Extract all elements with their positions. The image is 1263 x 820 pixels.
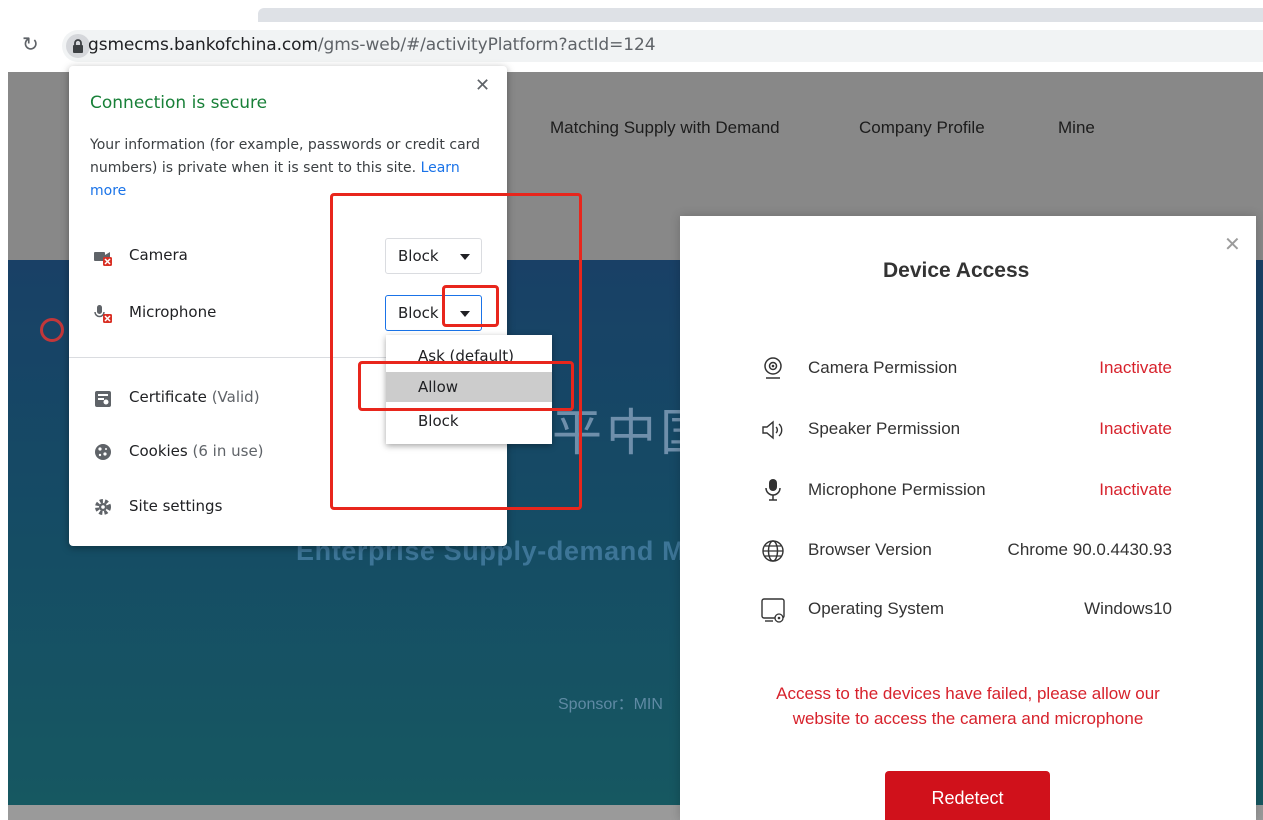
microphone-icon [761,477,785,501]
speaker-icon [761,418,785,442]
nav-mine[interactable]: Mine [1058,118,1095,138]
camera-icon [761,356,785,380]
microphone-blocked-icon [93,304,113,324]
reload-icon[interactable]: ↻ [22,32,46,56]
modal-title: Device Access [883,259,1030,282]
globe-icon [761,539,785,563]
browser-toolbar: ↻ gsmecms.bankofchina.com/gms-web/#/acti… [0,22,1263,72]
hero-sponsor: Sponsor：MIN [558,696,663,713]
operating-system-value: Windows10 [1084,599,1172,618]
failure-message-line1: Access to the devices have failed, pleas… [776,684,1160,703]
gear-icon [93,497,113,517]
camera-label: Camera [129,246,188,264]
url-host: gsmecms.bankofchina.com [88,35,318,55]
site-settings-link[interactable]: Site settings [129,497,222,515]
cookies-label: Cookies [129,442,188,460]
close-icon[interactable]: ✕ [475,76,490,96]
certificate-label: Certificate [129,388,207,406]
certificate-status: (Valid) [211,388,260,406]
camera-blocked-icon [93,247,113,267]
redetect-button[interactable]: Redetect [885,771,1050,820]
browser-version-label: Browser Version [808,540,932,559]
connection-status-title: Connection is secure [90,93,268,113]
camera-permission-label: Camera Permission [808,358,958,377]
speaker-permission-label: Speaker Permission [808,419,961,438]
certificate-icon [93,389,113,409]
nav-company-profile[interactable]: Company Profile [859,118,985,138]
microphone-label: Microphone [129,303,217,321]
close-icon[interactable]: ✕ [1224,232,1241,256]
microphone-permission-label: Microphone Permission [808,480,986,499]
access-failure-message: Access to the devices have failed, pleas… [680,681,1256,731]
cookies-row[interactable]: Cookies (6 in use) [129,442,264,460]
computer-icon [761,598,785,623]
bank-logo-icon [40,318,64,342]
annotation-box-allow [358,361,574,411]
nav-matching-supply[interactable]: Matching Supply with Demand [550,118,780,138]
annotation-box-dropdown-arrow [442,285,499,327]
certificate-row[interactable]: Certificate (Valid) [129,388,260,406]
operating-system-label: Operating System [808,599,945,618]
failure-message-line2: website to access the camera and microph… [792,709,1144,728]
tab-strip [258,8,1263,22]
cookie-icon [93,442,113,462]
url-text[interactable]: gsmecms.bankofchina.com/gms-web/#/activi… [88,35,656,55]
microphone-permission-status: Inactivate [1099,480,1172,499]
annotation-box-permissions [330,193,582,510]
cookies-status: (6 in use) [192,442,264,460]
lock-icon[interactable] [66,34,90,58]
browser-version-value: Chrome 90.0.4430.93 [1007,540,1172,559]
url-path: /gms-web/#/activityPlatform?actId=124 [317,35,656,55]
speaker-permission-status: Inactivate [1099,419,1172,438]
camera-permission-status: Inactivate [1099,358,1172,377]
